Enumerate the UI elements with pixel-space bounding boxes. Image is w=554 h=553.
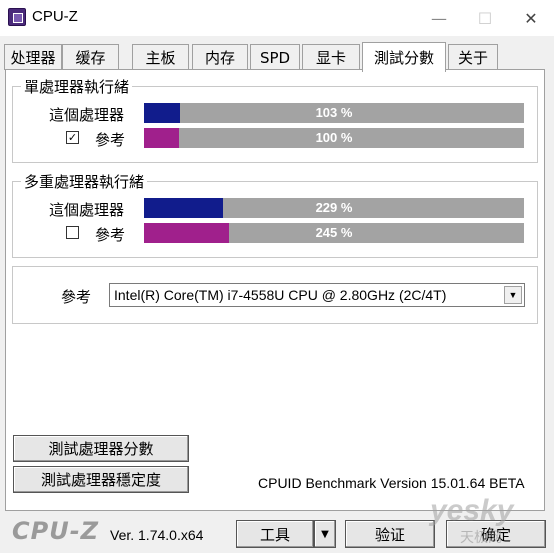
reference-group: 參考 Intel(R) Core(TM) i7-4558U CPU @ 2.80… bbox=[12, 266, 538, 324]
tab-memory[interactable]: 内存 bbox=[192, 44, 248, 70]
tab-about[interactable]: 关于 bbox=[448, 44, 498, 70]
watermark-sub: 天极网 bbox=[460, 530, 502, 546]
multi-ref-checkbox[interactable] bbox=[66, 226, 79, 239]
reference-select[interactable]: Intel(R) Core(TM) i7-4558U CPU @ 2.80GHz… bbox=[109, 283, 525, 307]
tab-cache[interactable]: 缓存 bbox=[62, 44, 119, 70]
single-ref-label: 參考 bbox=[95, 131, 126, 149]
single-thread-group: 單處理器執行緒 這個處理器 103 % ✓ 參考 100 % bbox=[12, 76, 538, 163]
multi-thread-title: 多重處理器執行緒 bbox=[21, 171, 148, 192]
tab-spd[interactable]: SPD bbox=[250, 44, 300, 70]
tab-bench[interactable]: 測試分數 bbox=[362, 42, 446, 72]
cpu-z-app-icon bbox=[8, 8, 26, 26]
single-thread-title: 單處理器執行緒 bbox=[21, 76, 133, 97]
multi-thread-group: 多重處理器執行緒 這個處理器 229 % 參考 245 % bbox=[12, 171, 538, 258]
bench-version-text: CPUID Benchmark Version 15.01.64 BETA bbox=[258, 475, 525, 491]
close-button[interactable]: ✕ bbox=[508, 0, 554, 36]
bench-panel: 單處理器執行緒 這個處理器 103 % ✓ 參考 100 % 多重處理器執行緒 … bbox=[5, 69, 545, 511]
multi-this-value: 229 % bbox=[315, 200, 353, 215]
single-ref-value: 100 % bbox=[315, 130, 353, 145]
tab-processor[interactable]: 处理器 bbox=[4, 44, 62, 70]
reference-selected-value: Intel(R) Core(TM) i7-4558U CPU @ 2.80GHz… bbox=[114, 287, 447, 303]
validate-button[interactable]: 验证 bbox=[345, 520, 435, 548]
title-bar: CPU-Z — ☐ ✕ bbox=[0, 0, 554, 36]
single-ref-bar: 100 % bbox=[144, 128, 524, 148]
multi-ref-label: 參考 bbox=[95, 226, 126, 244]
multi-ref-bar: 245 % bbox=[144, 223, 524, 243]
single-this-value: 103 % bbox=[315, 105, 353, 120]
cpu-z-logo: CPU-Z bbox=[12, 517, 100, 545]
single-ref-checkbox[interactable]: ✓ bbox=[66, 131, 79, 144]
minimize-button[interactable]: — bbox=[416, 0, 462, 36]
reference-label: 參考 bbox=[61, 288, 92, 306]
dropdown-arrow-icon[interactable]: ▼ bbox=[504, 286, 522, 304]
watermark-logo: yesky bbox=[430, 494, 514, 527]
multi-ref-value: 245 % bbox=[315, 225, 353, 240]
bench-cpu-button[interactable]: 測試處理器分數 bbox=[13, 435, 189, 462]
single-this-bar: 103 % bbox=[144, 103, 524, 123]
single-this-label: 這個處理器 bbox=[49, 106, 125, 124]
tools-button[interactable]: 工具 bbox=[236, 520, 314, 548]
tools-dropdown-arrow-icon[interactable]: ▼ bbox=[314, 520, 336, 548]
multi-this-bar: 229 % bbox=[144, 198, 524, 218]
multi-this-label: 這個處理器 bbox=[49, 201, 125, 219]
stress-cpu-button[interactable]: 測試處理器穩定度 bbox=[13, 466, 189, 493]
tab-mainboard[interactable]: 主板 bbox=[132, 44, 189, 70]
version-text: Ver. 1.74.0.x64 bbox=[110, 527, 204, 543]
maximize-button[interactable]: ☐ bbox=[462, 0, 508, 36]
window-title: CPU-Z bbox=[32, 8, 78, 25]
tab-graphics[interactable]: 显卡 bbox=[302, 44, 360, 70]
